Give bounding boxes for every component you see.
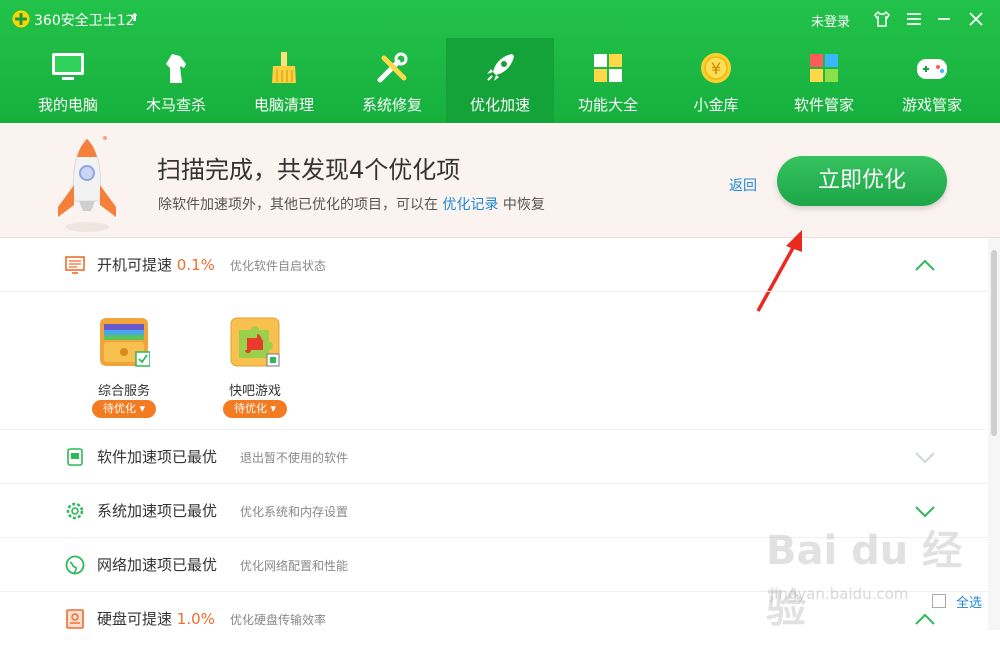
software-icon [810,54,838,82]
tab-my-computer[interactable]: 我的电脑 [14,38,122,123]
row-description: 退出暂不使用的软件 [240,451,349,465]
tab-all-functions[interactable]: 功能大全 [554,38,662,123]
tab-vault[interactable]: ¥ 小金库 [662,38,770,123]
baidu-watermark: Bai du 经验 [766,528,963,632]
tab-software-manager[interactable]: 软件管家 [770,38,878,123]
tab-label: 我的电脑 [37,96,98,114]
tab-label: 木马查杀 [145,96,206,114]
row-description: 优化软件自启状态 [230,259,327,273]
service-folder-icon [100,318,150,367]
puzzle-game-icon [230,317,280,367]
software-speed-icon [67,448,83,466]
svg-text:¥: ¥ [711,59,721,78]
tab-label: 功能大全 [577,96,638,114]
startup-item-name: 快吧游戏 [228,384,281,399]
tab-label: 软件管家 [793,96,854,114]
startup-item-name: 综合服务 [97,384,150,399]
system-gear-icon [66,502,84,520]
row-percent: 0.1% [176,256,215,274]
scan-title: 扫描完成，共发现4个优化项 [157,156,461,184]
startup-item[interactable]: 综合服务 待优化 ▾ [84,316,164,426]
select-all-label[interactable]: 全选 [956,592,982,611]
rocket-icon [487,54,514,81]
monitor-icon [52,53,84,80]
scan-subtitle: 除软件加速项外，其他已优化的项目，可以在 优化记录 中恢复 [158,194,545,214]
scrollbar-thumb[interactable] [991,250,997,436]
skin-shirt-icon[interactable] [872,9,892,29]
row-title: 网络加速项已最优 [97,556,218,574]
minimize-icon[interactable] [934,9,954,29]
select-all-checkbox[interactable] [932,594,946,608]
tab-label: 游戏管家 [901,96,962,114]
row-title-text: 开机可提速 [97,256,173,274]
tab-label: 系统修复 [361,96,422,114]
broom-icon [272,52,296,83]
close-icon[interactable] [966,9,986,29]
rocket-illustration-icon [58,136,116,232]
top-header: 360安全卫士12 ⬆ 未登录 我的电脑 木马查杀 电脑清理 系统修复 优化加速… [0,0,1000,123]
tab-trojan-scan[interactable]: 木马查杀 [122,38,230,123]
status-dropdown[interactable]: 待优化 ▾ [223,400,287,418]
main-tabs: 我的电脑 木马查杀 电脑清理 系统修复 优化加速 功能大全 ¥ 小金库 软件管家… [14,38,986,123]
app-title: 360安全卫士12 [34,13,135,29]
list-row-software[interactable]: 软件加速项已最优 退出暂不使用的软件 [0,430,988,484]
tab-label: 电脑清理 [253,96,314,114]
startup-item[interactable]: 快吧游戏 待优化 ▾ [215,316,295,426]
chevron-down-icon[interactable] [914,450,936,464]
subtitle-text: 除软件加速项外，其他已优化的项目，可以在 [158,197,438,213]
row-description: 优化系统和内存设置 [240,505,349,519]
network-globe-icon [65,555,85,575]
coin-icon: ¥ [701,53,731,83]
subtitle-text-end: 中恢复 [502,197,545,213]
chevron-down-icon[interactable] [914,504,936,518]
menu-icon[interactable] [904,9,924,29]
optimize-history-link[interactable]: 优化记录 [442,197,498,213]
row-description: 优化硬盘传输效率 [230,613,327,627]
apps-grid-icon [594,54,622,82]
disk-icon [66,609,84,629]
caret-down-icon: ▾ [270,402,277,415]
tab-label: 小金库 [693,96,739,114]
row-title: 硬盘可提速 1.0% [97,608,215,629]
tab-game-manager[interactable]: 游戏管家 [878,38,986,123]
tab-system-repair[interactable]: 系统修复 [338,38,446,123]
chevron-up-icon[interactable] [914,258,936,272]
optimize-now-button[interactable]: 立即优化 [777,156,947,206]
gamepad-icon [917,59,947,79]
horse-icon [166,54,186,83]
tools-icon [377,52,408,83]
row-title-text: 硬盘可提速 [97,610,173,628]
row-title: 软件加速项已最优 [97,448,218,466]
row-description: 优化网络配置和性能 [240,559,349,573]
tab-label: 优化加速 [469,96,530,114]
scan-result-banner: 扫描完成，共发现4个优化项 除软件加速项外，其他已优化的项目，可以在 优化记录 … [0,123,1000,238]
row-title: 系统加速项已最优 [97,502,218,520]
status-label: 待优化 [102,402,136,415]
upgrade-arrow-icon[interactable]: ⬆ [130,11,139,24]
startup-icon [65,256,85,274]
app-logo-icon [12,10,30,28]
tab-optimize[interactable]: 优化加速 [446,38,554,123]
list-row-startup[interactable]: 开机可提速 0.1% 优化软件自启状态 [0,238,988,292]
tab-cleanup[interactable]: 电脑清理 [230,38,338,123]
row-title: 开机可提速 0.1% [97,254,215,275]
login-link[interactable]: 未登录 [811,11,850,30]
back-link[interactable]: 返回 [729,175,757,195]
row-percent: 1.0% [176,610,215,628]
caret-down-icon: ▾ [139,402,146,415]
baidu-watermark-url: jingyan.baidu.com [770,585,909,603]
status-dropdown[interactable]: 待优化 ▾ [92,400,156,418]
title-bar: 360安全卫士12 ⬆ 未登录 [0,0,1000,38]
startup-items-panel: 综合服务 待优化 ▾ 快吧游戏 待优化 ▾ [0,292,988,430]
status-label: 待优化 [233,402,267,415]
